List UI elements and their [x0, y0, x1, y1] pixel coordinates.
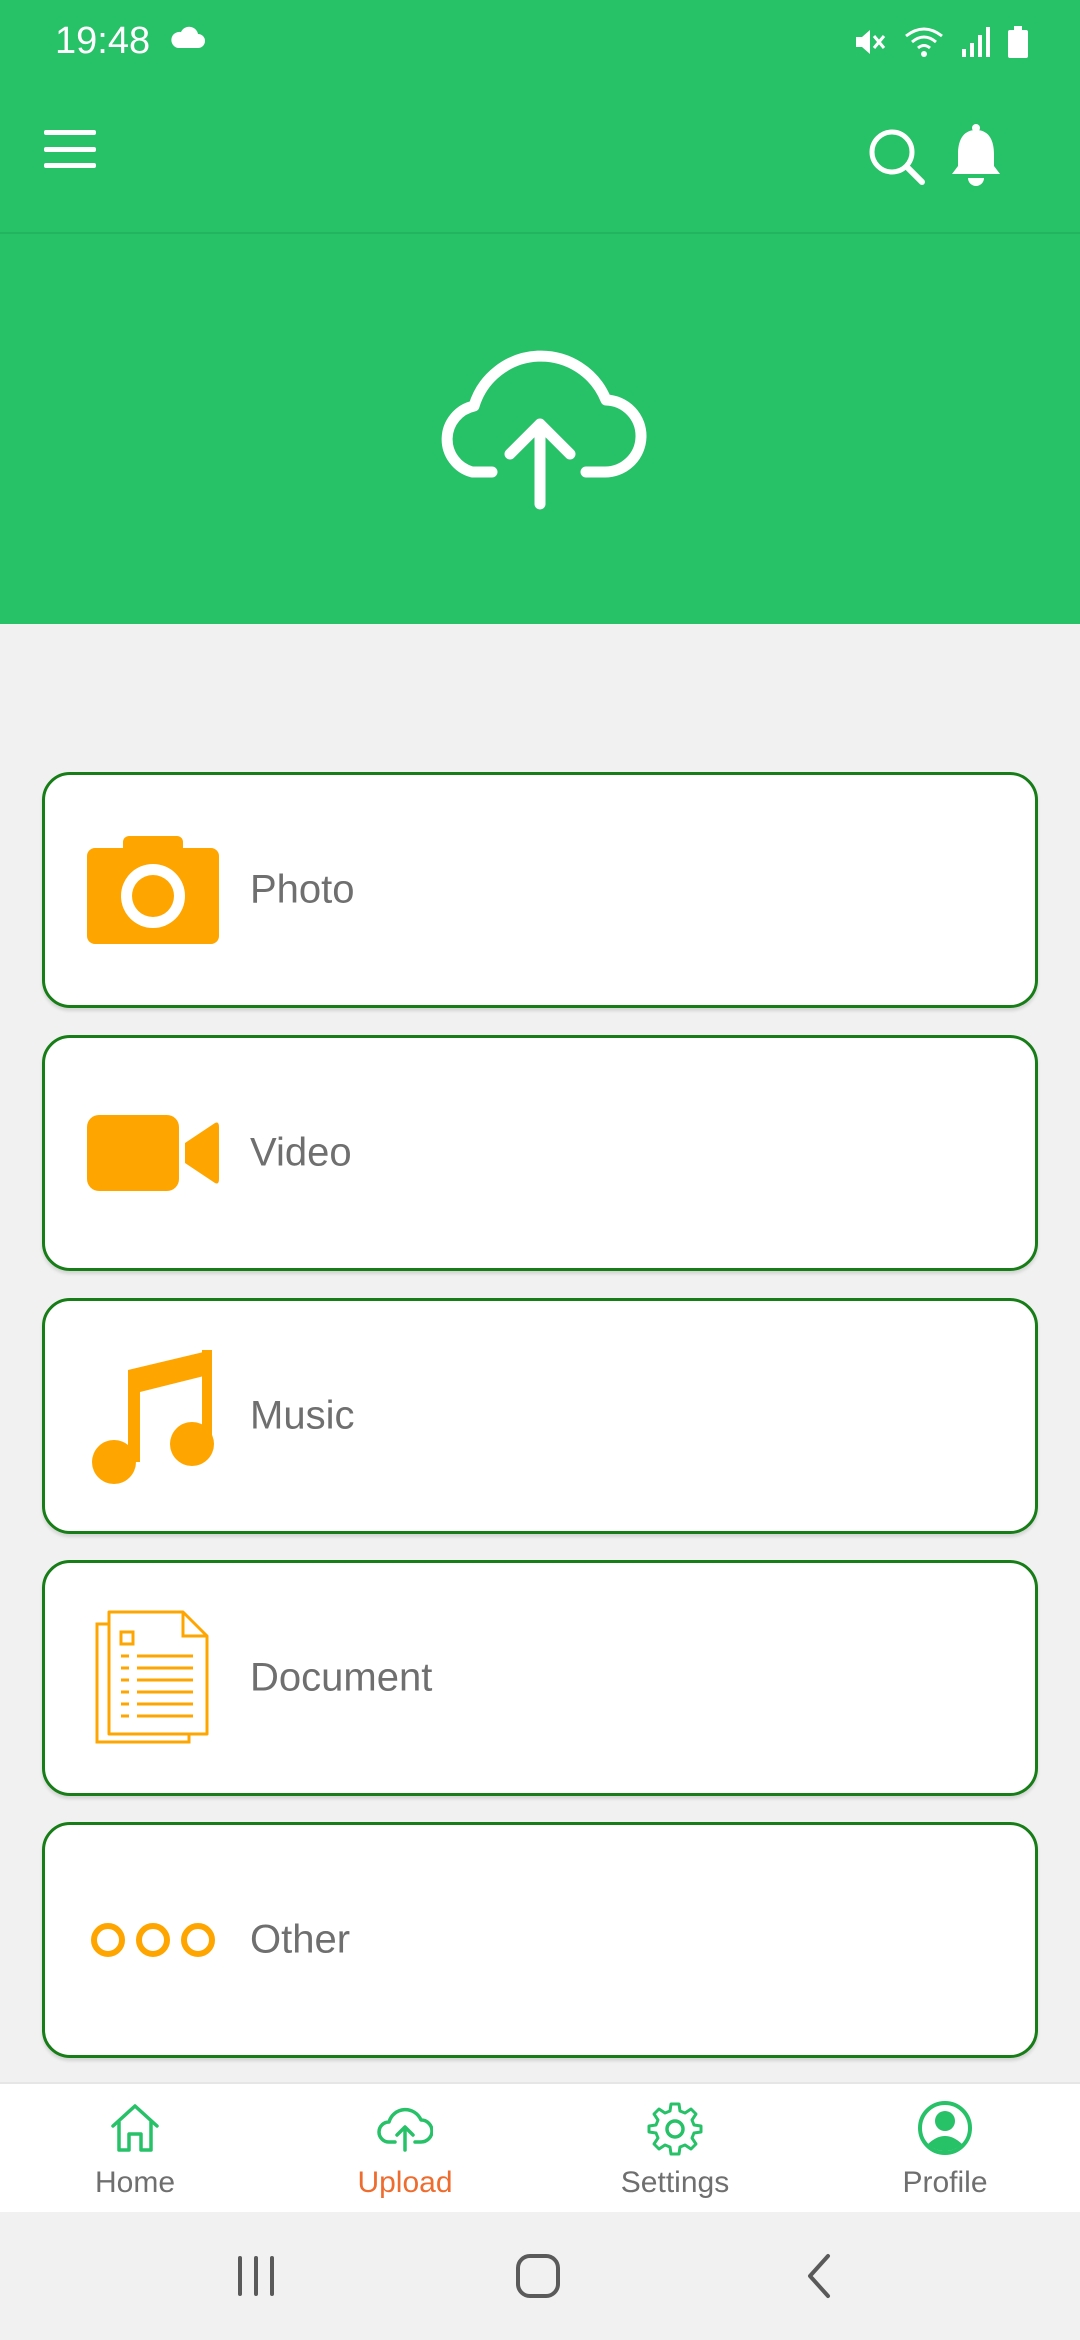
status-time: 19:48: [55, 20, 151, 62]
cloud-upload-icon: [441, 350, 647, 510]
camera-icon: [83, 820, 223, 960]
signal-icon: [962, 27, 990, 57]
system-nav-bar: [0, 2212, 1080, 2340]
document-label: Document: [250, 1655, 433, 1700]
music-option[interactable]: Music: [42, 1298, 1038, 1534]
document-icon: [83, 1608, 223, 1748]
bottom-nav: Home Upload Settings Profile: [0, 2082, 1080, 2212]
video-camera-icon: [83, 1083, 223, 1223]
more-dots-icon: [83, 1870, 223, 2010]
music-note-icon: [83, 1346, 223, 1486]
other-option[interactable]: Other: [42, 1822, 1038, 2058]
video-label: Video: [250, 1130, 352, 1175]
home-button-icon[interactable]: [508, 2248, 568, 2304]
hamburger-icon[interactable]: [40, 124, 100, 174]
cloud-upload-icon: [377, 2107, 433, 2152]
nav-settings[interactable]: Settings: [575, 2084, 775, 2214]
status-icons: [852, 20, 1030, 64]
nav-profile-label: Profile: [902, 2166, 988, 2199]
photo-option[interactable]: Photo: [42, 772, 1038, 1008]
gear-icon: [647, 2102, 703, 2156]
video-option[interactable]: Video: [42, 1035, 1038, 1271]
wifi-icon: [905, 27, 943, 57]
nav-upload[interactable]: Upload: [305, 2084, 505, 2214]
nav-settings-label: Settings: [620, 2166, 730, 2199]
bell-icon[interactable]: [948, 122, 1004, 186]
profile-icon: [918, 2101, 972, 2155]
nav-upload-label: Upload: [357, 2166, 453, 2199]
upload-hero[interactable]: [0, 232, 1080, 624]
nav-profile[interactable]: Profile: [845, 2084, 1045, 2214]
recent-apps-icon[interactable]: [226, 2248, 286, 2304]
back-icon[interactable]: [790, 2248, 850, 2304]
battery-icon: [1008, 26, 1028, 58]
mute-icon: [856, 30, 886, 54]
nav-home[interactable]: Home: [35, 2084, 235, 2214]
other-label: Other: [250, 1917, 351, 1962]
search-icon[interactable]: [864, 124, 928, 188]
photo-label: Photo: [250, 867, 355, 912]
music-label: Music: [250, 1393, 355, 1438]
status-bar: 19:48: [0, 0, 1080, 84]
cloud-icon: [171, 26, 205, 48]
nav-home-label: Home: [94, 2166, 176, 2199]
home-icon: [111, 2104, 159, 2152]
app-bar: [0, 84, 1080, 232]
document-option[interactable]: Document: [42, 1560, 1038, 1796]
